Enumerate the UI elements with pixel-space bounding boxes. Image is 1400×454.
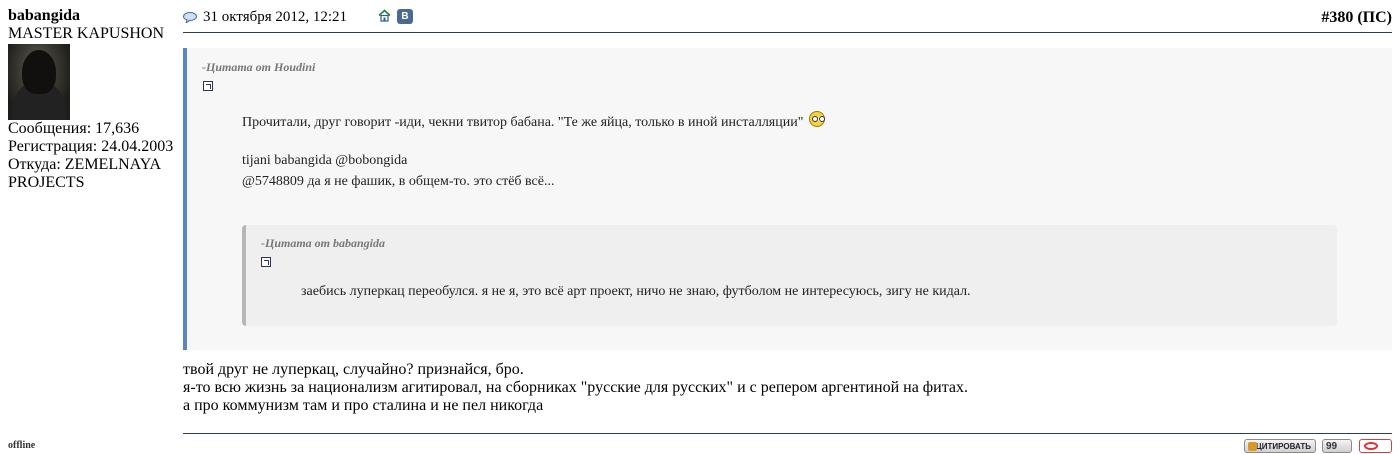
nested-quote-text: заебись луперкац переобулся. я не я, это… — [301, 284, 971, 299]
post-footer-divider — [183, 433, 1392, 434]
username[interactable]: babangida — [8, 7, 180, 25]
quote-line: @5748809 да я не фашик, в общем-то. это … — [242, 174, 555, 189]
user-location: Откуда: ZEMELNAYA — [8, 156, 162, 173]
user-registration-date: Регистрация: 24.04.2003 — [8, 138, 174, 155]
user-title: MASTER KAPUSHON — [8, 25, 165, 42]
post-date: 31 октября 2012, 12:21 — [183, 9, 347, 26]
smiley-icon — [808, 111, 825, 127]
post-body-line: а про коммунизм там и про сталина и не п… — [183, 397, 544, 414]
post-body: твой друг не луперкац, случайно? признай… — [183, 361, 968, 415]
speech-bubble-icon — [183, 12, 197, 23]
user-info: babangida MASTER KAPUSHON Сообщения: 17,… — [8, 7, 180, 192]
nested-quote-author: -Цитата от babangida — [261, 236, 386, 250]
user-post-count: Сообщения: 17,636 — [8, 120, 140, 137]
multiquote-button[interactable]: 99 — [1322, 439, 1352, 453]
post-number[interactable]: #380 (ПС) — [1321, 9, 1392, 27]
avatar — [8, 44, 70, 120]
report-icon[interactable] — [1359, 439, 1392, 453]
user-location-cont: PROJECTS — [8, 174, 85, 191]
home-icon[interactable] — [378, 9, 391, 22]
quote-button[interactable]: ЦИТИРОВАТЬ — [1244, 439, 1316, 453]
post-date-text: 31 октября 2012, 12:21 — [203, 9, 348, 25]
post: 31 октября 2012, 12:21 В #380 (ПС) -Цита… — [183, 0, 1392, 453]
view-post-icon[interactable] — [261, 257, 271, 267]
post-header: 31 октября 2012, 12:21 В #380 (ПС) — [183, 0, 1392, 33]
vk-icon[interactable]: В — [397, 9, 413, 24]
post-body-line: я-то всю жизнь за национализм агитировал… — [183, 379, 969, 396]
quote-line: Прочитали, друг говорит -иди, чекни твит… — [242, 111, 825, 131]
quote-line-text: Прочитали, друг говорит -иди, чекни твит… — [242, 115, 804, 130]
quote-author: -Цитата от Houdini — [202, 60, 316, 74]
quote-block: -Цитата от Houdini Прочитали, друг говор… — [183, 48, 1392, 350]
view-post-icon[interactable] — [203, 81, 213, 91]
online-status: offline — [8, 440, 36, 451]
quote-line: tijani babangida @bobongida — [242, 153, 408, 168]
nested-quote-block: -Цитата от babangida заебись луперкац пе… — [242, 225, 1337, 326]
post-body-line: твой друг не луперкац, случайно? признай… — [183, 361, 524, 378]
